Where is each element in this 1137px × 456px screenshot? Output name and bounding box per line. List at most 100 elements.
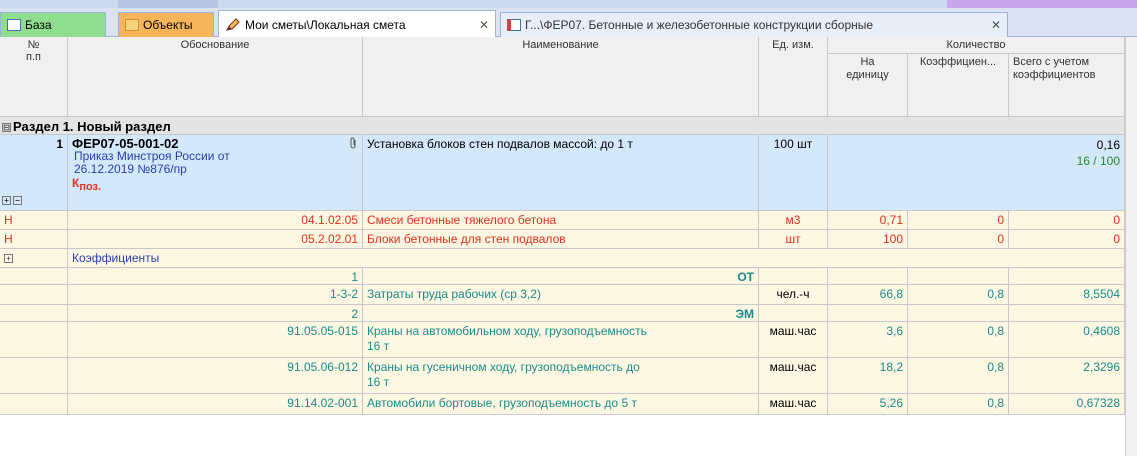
- resource-name[interactable]: Затраты труда рабочих (ср 3,2): [363, 285, 759, 305]
- section-row[interactable]: ⊟ Раздел 1. Новый раздел: [0, 117, 1125, 135]
- position-row[interactable]: 1 + − ФЕР07-05-001-02 Приказ Минстроя Рос…: [0, 135, 1125, 211]
- resource-coef[interactable]: 0,8: [908, 358, 1009, 394]
- col-header-total[interactable]: Всего с учетом коэффициентов: [1009, 54, 1125, 117]
- resource-per-unit[interactable]: 66,8: [828, 285, 908, 305]
- resource-per-unit[interactable]: 18,2: [828, 358, 908, 394]
- resource-total[interactable]: 2,3296: [1009, 358, 1125, 394]
- resource-blank: [0, 305, 68, 322]
- coef-mark-sub: поз.: [79, 181, 102, 193]
- material-total[interactable]: 0: [1009, 211, 1125, 230]
- resource-group-name[interactable]: ОТ: [363, 268, 759, 285]
- resource-per-unit[interactable]: 3,6: [828, 322, 908, 358]
- tab-objects[interactable]: Объекты: [118, 12, 214, 37]
- tab-base[interactable]: База: [0, 12, 106, 37]
- resource-code[interactable]: 91.14.02-001: [68, 394, 363, 415]
- expand-icon[interactable]: +: [2, 196, 11, 206]
- resource-total[interactable]: 0,67328: [1009, 394, 1125, 415]
- resource-total[interactable]: 0,4608: [1009, 322, 1125, 358]
- folder-icon: [125, 19, 139, 31]
- resource-unit: [759, 305, 828, 322]
- material-code[interactable]: 05.2.02.01: [68, 230, 363, 249]
- material-name[interactable]: Блоки бетонные для стен подвалов: [363, 230, 759, 249]
- paperclip-icon[interactable]: [349, 137, 358, 152]
- coefficients-label[interactable]: Коэффициенты: [68, 249, 1125, 268]
- vertical-scrollbar[interactable]: [1125, 37, 1137, 456]
- resource-unit[interactable]: маш.час: [759, 358, 828, 394]
- resource-coef[interactable]: 0,8: [908, 322, 1009, 358]
- tab-fer07[interactable]: Г...\ФЕР07. Бетонные и железобетонные ко…: [500, 12, 1008, 37]
- material-coef[interactable]: 0: [908, 211, 1009, 230]
- resource-total: [1009, 268, 1125, 285]
- row-expand-controls[interactable]: + −: [2, 193, 24, 207]
- material-coef[interactable]: 0: [908, 230, 1009, 249]
- position-unit[interactable]: 100 шт: [759, 135, 828, 211]
- material-type: Н: [0, 211, 68, 230]
- expand-icon[interactable]: +: [4, 254, 13, 264]
- resource-code[interactable]: 91.05.06-012: [68, 358, 363, 394]
- resource-unit[interactable]: маш.час: [759, 394, 828, 415]
- material-unit[interactable]: м3: [759, 211, 828, 230]
- resource-name[interactable]: Краны на автомобильном ходу, грузоподъем…: [363, 322, 759, 358]
- resource-coef[interactable]: 0,8: [908, 394, 1009, 415]
- resource-code[interactable]: 1: [68, 268, 363, 285]
- resource-code[interactable]: 1-3-2: [68, 285, 363, 305]
- material-name[interactable]: Смеси бетонные тяжелого бетона: [363, 211, 759, 230]
- resource-blank: [0, 358, 68, 394]
- position-total: 0,16: [1096, 138, 1120, 152]
- resource-group-row[interactable]: 1 ОТ: [0, 268, 1125, 285]
- coefficients-row[interactable]: + Коэффициенты: [0, 249, 1125, 268]
- tab-local-estimate[interactable]: Мои сметы\Локальная смета ✕: [218, 10, 496, 38]
- resource-group-row[interactable]: 2 ЭМ: [0, 305, 1125, 322]
- col-header-per-unit[interactable]: На единицу: [828, 54, 908, 117]
- resource-coef[interactable]: 0,8: [908, 285, 1009, 305]
- section-title-label: Раздел 1. Новый раздел: [13, 119, 171, 134]
- material-row[interactable]: Н 05.2.02.01 Блоки бетонные для стен под…: [0, 230, 1125, 249]
- resource-blank: [0, 285, 68, 305]
- position-name[interactable]: Установка блоков стен подвалов массой: д…: [363, 135, 759, 211]
- resource-blank: [0, 394, 68, 415]
- resource-unit[interactable]: маш.час: [759, 322, 828, 358]
- top-strip-highlight: [947, 0, 1137, 8]
- header-row-top: № п.п Обоснование Наименование Ед. изм. …: [0, 37, 1125, 117]
- position-number: 1 + −: [0, 135, 68, 211]
- material-unit[interactable]: шт: [759, 230, 828, 249]
- resource-coef: [908, 268, 1009, 285]
- material-code[interactable]: 04.1.02.05: [68, 211, 363, 230]
- position-ratio: 16 / 100: [1076, 154, 1120, 168]
- col-header-quantity[interactable]: Количество: [828, 37, 1125, 54]
- top-strip-accent: [118, 0, 218, 8]
- resource-name[interactable]: Автомобили бортовые, грузоподъемность до…: [363, 394, 759, 415]
- resource-group-name[interactable]: ЭМ: [363, 305, 759, 322]
- header-row-bottom: На единицу Коэффициен... Всего с учетом …: [0, 54, 1125, 117]
- resource-code[interactable]: 2: [68, 305, 363, 322]
- resource-unit[interactable]: чел.-ч: [759, 285, 828, 305]
- collapse-icon[interactable]: ⊟: [2, 123, 11, 133]
- pencil-icon: [225, 17, 241, 32]
- resource-name[interactable]: Краны на гусеничном ходу, грузоподъемнос…: [363, 358, 759, 394]
- resource-blank: [0, 268, 68, 285]
- position-basis[interactable]: ФЕР07-05-001-02 Приказ Минстроя России о…: [68, 135, 363, 211]
- resource-code[interactable]: 91.05.05-015: [68, 322, 363, 358]
- material-row[interactable]: Н 04.1.02.05 Смеси бетонные тяжелого бет…: [0, 211, 1125, 230]
- resource-per-unit[interactable]: 5,26: [828, 394, 908, 415]
- position-quantity[interactable]: 0,16 16 / 100: [828, 135, 1125, 211]
- resource-coef: [908, 305, 1009, 322]
- resource-total[interactable]: 8,5504: [1009, 285, 1125, 305]
- resource-row[interactable]: 91.05.05-015 Краны на автомобильном ходу…: [0, 322, 1125, 358]
- collapse-icon[interactable]: −: [13, 196, 22, 206]
- resource-row[interactable]: 1-3-2 Затраты труда рабочих (ср 3,2) чел…: [0, 285, 1125, 305]
- col-header-coef[interactable]: Коэффициен...: [908, 54, 1009, 117]
- resource-row[interactable]: 91.05.06-012 Краны на гусеничном ходу, г…: [0, 358, 1125, 394]
- close-icon[interactable]: ✕: [473, 18, 489, 32]
- resource-row[interactable]: 91.14.02-001 Автомобили бортовые, грузоп…: [0, 394, 1125, 415]
- table-icon: [7, 19, 21, 31]
- resource-total: [1009, 305, 1125, 322]
- position-order: Приказ Минстроя России от 26.12.2019 №87…: [74, 149, 230, 176]
- material-per-unit[interactable]: 0,71: [828, 211, 908, 230]
- section-title[interactable]: ⊟ Раздел 1. Новый раздел: [0, 117, 1125, 135]
- coefficients-toggle[interactable]: +: [0, 249, 68, 268]
- material-per-unit[interactable]: 100: [828, 230, 908, 249]
- position-number-value: 1: [56, 137, 63, 151]
- material-total[interactable]: 0: [1009, 230, 1125, 249]
- close-icon[interactable]: ✕: [985, 18, 1001, 32]
